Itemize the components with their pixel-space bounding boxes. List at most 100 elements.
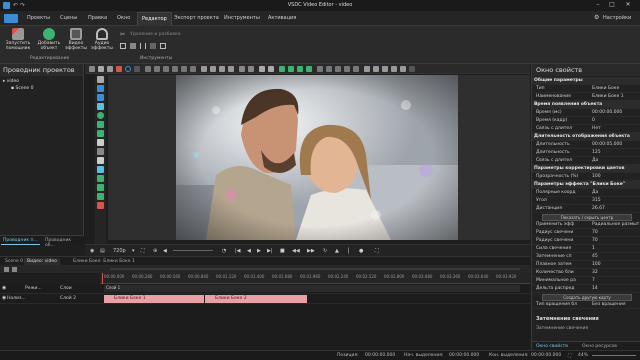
sprite-tool-icon[interactable] — [97, 184, 104, 191]
step-forward-icon[interactable]: ▶| — [267, 248, 273, 254]
balloon-tool-icon[interactable] — [97, 157, 104, 164]
camera-icon[interactable]: ◉ — [90, 248, 94, 254]
property-value[interactable]: Да — [592, 157, 640, 165]
menu-tools[interactable]: Инструменты — [224, 15, 260, 21]
guides-icon[interactable] — [353, 66, 359, 72]
timeline-scroll[interactable] — [110, 268, 520, 270]
align-top-icon[interactable] — [172, 66, 178, 72]
property-value[interactable]: 100 — [592, 173, 640, 181]
grid-icon[interactable] — [335, 66, 341, 72]
rotate-icon[interactable] — [317, 66, 323, 72]
tab-resources[interactable]: Окно ресурсов — [580, 343, 619, 350]
move-down-icon[interactable] — [288, 66, 294, 72]
order-back-icon[interactable] — [210, 66, 216, 72]
menu-edit[interactable]: Правка — [88, 15, 107, 21]
ellipse-tool-icon[interactable] — [97, 112, 104, 119]
property-action-button[interactable]: Создать другую карту — [542, 293, 632, 301]
add-track-icon[interactable] — [4, 267, 9, 272]
volume-slider[interactable] — [173, 250, 213, 251]
menu-window[interactable]: Окно — [117, 15, 130, 21]
clip-bokeh-2[interactable]: Блики Боке 2 — [205, 295, 307, 303]
order-backward-icon[interactable] — [228, 66, 234, 72]
fill-icon[interactable] — [268, 66, 274, 72]
settings-gear-icon[interactable]: ⚙ — [594, 14, 599, 21]
rectangle-tool-icon[interactable] — [97, 121, 104, 128]
fit-zoom-icon[interactable]: ⛶ — [568, 353, 571, 359]
delete-icon[interactable] — [116, 66, 122, 72]
tree-item-video[interactable]: ▸ video — [3, 78, 80, 85]
property-value[interactable]: 1 — [592, 245, 640, 253]
refresh-icon[interactable] — [391, 66, 397, 72]
audio-effects-button[interactable]: Аудио эффекты — [90, 28, 114, 51]
menu-activation[interactable]: Активация — [268, 15, 296, 21]
tools-icon[interactable] — [130, 43, 136, 49]
align-bottom-icon[interactable] — [190, 66, 196, 72]
property-value[interactable]: 0 — [592, 117, 640, 125]
wizard-button[interactable]: Запустить помощник — [3, 28, 33, 51]
loop-icon[interactable]: ↻ — [323, 248, 327, 254]
image-tool-icon[interactable] — [97, 94, 104, 101]
property-value[interactable]: 315 — [592, 197, 640, 205]
property-value[interactable]: 100 — [592, 261, 640, 269]
snap-icon[interactable] — [344, 66, 350, 72]
stop-icon[interactable]: ■ — [280, 248, 285, 254]
menu-scenes[interactable]: Сцены — [60, 15, 77, 21]
more-icon[interactable] — [409, 66, 415, 72]
flip-icon[interactable] — [326, 66, 332, 72]
tree-item-scene[interactable]: ▪ Scene 0 — [3, 85, 80, 92]
settings-small-icon[interactable] — [400, 66, 406, 72]
property-action-button[interactable]: Показать / скрыть центр — [542, 213, 632, 221]
polygon-tool-icon[interactable] — [97, 130, 104, 137]
property-value[interactable]: 7 — [592, 277, 640, 285]
property-value[interactable]: 45 — [592, 253, 640, 261]
copy-icon[interactable] — [98, 66, 104, 72]
split-icon[interactable]: ⎮ — [347, 248, 350, 254]
scissors-icon[interactable]: ✂ — [120, 31, 125, 38]
fit-icon[interactable] — [259, 66, 265, 72]
eye-icon[interactable]: ◉ — [2, 285, 6, 291]
track-eye-icon[interactable]: ◉ — [2, 295, 6, 301]
play-icon[interactable]: ▶ — [257, 248, 261, 254]
zoom-slider[interactable] — [592, 355, 636, 356]
property-section[interactable]: Параметры корректировки цветов — [532, 165, 640, 173]
tab-object-explorer[interactable]: Проводник об... — [43, 237, 84, 249]
order-front-icon[interactable] — [201, 66, 207, 72]
fullscreen-icon[interactable]: ⛶ — [375, 248, 379, 254]
property-value[interactable]: 00:00:00.000 — [592, 109, 640, 117]
circle-select-icon[interactable] — [125, 66, 131, 72]
subtitle-tool-icon[interactable] — [97, 148, 104, 155]
tab-scene[interactable]: Scene 0 — [2, 258, 26, 265]
zoom-in-icon[interactable]: ⊕ — [153, 248, 157, 254]
property-value[interactable]: Блики Боке 1 — [592, 93, 640, 101]
move-up-icon[interactable] — [279, 66, 285, 72]
timer-icon[interactable]: ◔ — [222, 248, 226, 254]
visibility-icon[interactable] — [373, 66, 379, 72]
animation-tool-icon[interactable] — [97, 175, 104, 182]
video-effects-button[interactable]: Видео эффекты — [64, 28, 88, 51]
resize-icon[interactable] — [160, 43, 166, 49]
step-back-icon[interactable]: ◀ — [247, 248, 251, 254]
clip-bokeh-1[interactable]: Блики Боке 1 — [104, 295, 204, 303]
chart-tool-icon[interactable] — [97, 166, 104, 173]
layers-icon[interactable] — [150, 43, 156, 49]
move-right-icon[interactable] — [306, 66, 312, 72]
record-icon[interactable]: ● — [359, 248, 363, 254]
tab-video[interactable]: Видео: video — [24, 258, 60, 265]
minimize-button[interactable]: – — [592, 1, 604, 10]
property-value[interactable]: 125 — [592, 149, 640, 157]
tab-bokeh[interactable]: Блики Боке: Блики Боке 1 — [70, 258, 138, 265]
order-forward-icon[interactable] — [219, 66, 225, 72]
property-value[interactable]: 00:00:05.000 — [592, 141, 640, 149]
align-left-icon[interactable] — [145, 66, 151, 72]
tab-project-explorer[interactable]: Проводник п... — [1, 237, 40, 245]
property-value[interactable]: Радиальное размыт — [592, 221, 640, 229]
text-tool-icon[interactable] — [97, 139, 104, 146]
maximize-button[interactable]: □ — [606, 1, 618, 10]
chevron-down-icon[interactable]: ▾ — [132, 248, 135, 254]
move-left-icon[interactable] — [297, 66, 303, 72]
ungroup-icon[interactable] — [248, 66, 254, 72]
square-icon[interactable] — [134, 66, 140, 72]
property-section[interactable]: Параметры эффекта "Блики Боке" — [532, 181, 640, 189]
video-preview[interactable] — [176, 75, 458, 240]
lock-icon[interactable] — [364, 66, 370, 72]
